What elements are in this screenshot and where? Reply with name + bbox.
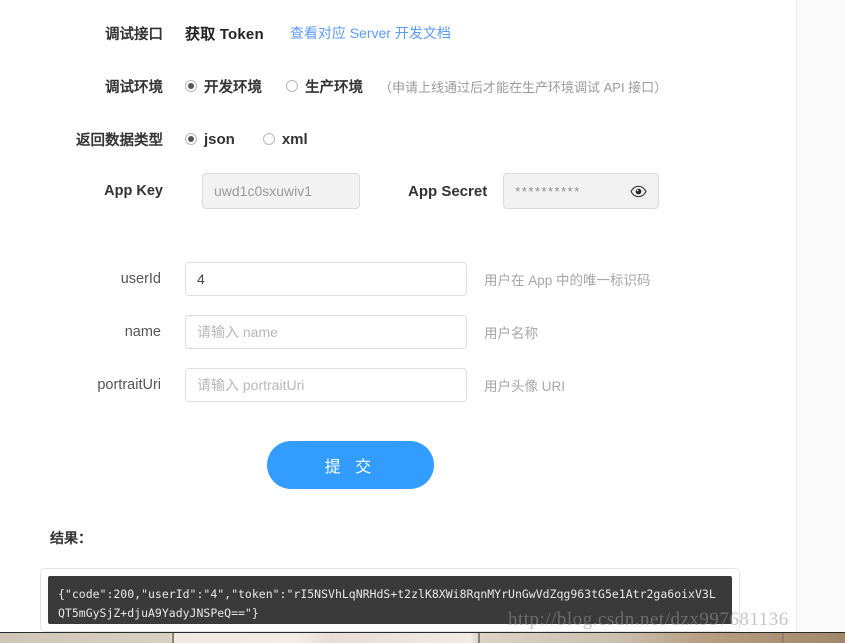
- response-type-radio-group: json xml: [185, 131, 336, 148]
- userid-row: userId 用户在 App 中的唯一标识码: [0, 262, 797, 296]
- radio-dev-environment-label: 开发环境: [204, 79, 262, 96]
- userid-hint: 用户在 App 中的唯一标识码: [484, 273, 651, 288]
- app-secret-field[interactable]: **********: [503, 173, 660, 209]
- portraituri-row: portraitUri 用户头像 URI: [0, 368, 797, 402]
- name-label: name: [124, 324, 161, 340]
- radio-dot-icon: [185, 80, 197, 92]
- name-input[interactable]: [185, 315, 467, 349]
- submit-row: 提 交: [0, 441, 797, 489]
- radio-dot-icon: [262, 133, 275, 145]
- environment-row-label: 调试环境: [105, 79, 163, 96]
- result-panel: {"code":200,"userId":"4","token":"rI5NSV…: [40, 568, 740, 632]
- radio-xml[interactable]: xml: [262, 130, 308, 148]
- submit-button[interactable]: 提 交: [267, 441, 434, 489]
- name-hint: 用户名称: [484, 326, 538, 341]
- environment-row: 调试环境 开发环境 生产环境 （申请上线通过后才能在生产环境调试 API 接口）: [0, 71, 797, 101]
- server-doc-link[interactable]: 查看对应 Server 开发文档: [290, 23, 451, 43]
- radio-prod-environment-label: 生产环境: [305, 79, 363, 96]
- response-type-row-label: 返回数据类型: [76, 132, 163, 149]
- radio-dev-environment[interactable]: 开发环境: [185, 76, 262, 97]
- name-row: name 用户名称: [0, 315, 797, 349]
- environment-radio-group: 开发环境 生产环境: [185, 76, 387, 97]
- portraituri-hint: 用户头像 URI: [484, 379, 565, 394]
- api-row: 调试接口 获取 Token 查看对应 Server 开发文档: [0, 18, 797, 48]
- radio-json[interactable]: json: [185, 131, 235, 148]
- portraituri-label: portraitUri: [97, 377, 161, 393]
- response-type-row: 返回数据类型 json xml: [0, 124, 797, 154]
- portraituri-input[interactable]: [185, 368, 467, 402]
- app-secret-label: App Secret: [408, 182, 488, 200]
- app-secret-value: **********: [515, 183, 581, 199]
- eye-icon[interactable]: [630, 183, 647, 200]
- app-key-value: uwd1c0sxuwiv1: [214, 183, 313, 199]
- credentials-row: App Key uwd1c0sxuwiv1 App Secret *******…: [0, 172, 797, 210]
- desktop-taskbar-strip: [0, 632, 845, 643]
- app-key-field[interactable]: uwd1c0sxuwiv1: [202, 173, 360, 209]
- api-row-label: 调试接口: [105, 26, 163, 43]
- result-code-output: {"code":200,"userId":"4","token":"rI5NSV…: [48, 576, 732, 624]
- radio-dot-icon: [286, 80, 298, 92]
- result-title: 结果：: [50, 530, 92, 546]
- userid-label: userId: [120, 271, 161, 287]
- radio-json-label: json: [204, 130, 235, 148]
- radio-xml-label: xml: [281, 130, 308, 148]
- environment-hint: （申请上线通过后才能在生产环境调试 API 接口）: [379, 79, 668, 95]
- content-panel: 调试接口 获取 Token 查看对应 Server 开发文档 调试环境 开发环境…: [0, 0, 797, 632]
- app-key-label: App Key: [104, 183, 163, 199]
- userid-input[interactable]: [185, 262, 467, 296]
- radio-dot-icon: [185, 133, 197, 145]
- api-name: 获取 Token: [185, 25, 264, 43]
- radio-prod-environment[interactable]: 生产环境: [286, 76, 363, 97]
